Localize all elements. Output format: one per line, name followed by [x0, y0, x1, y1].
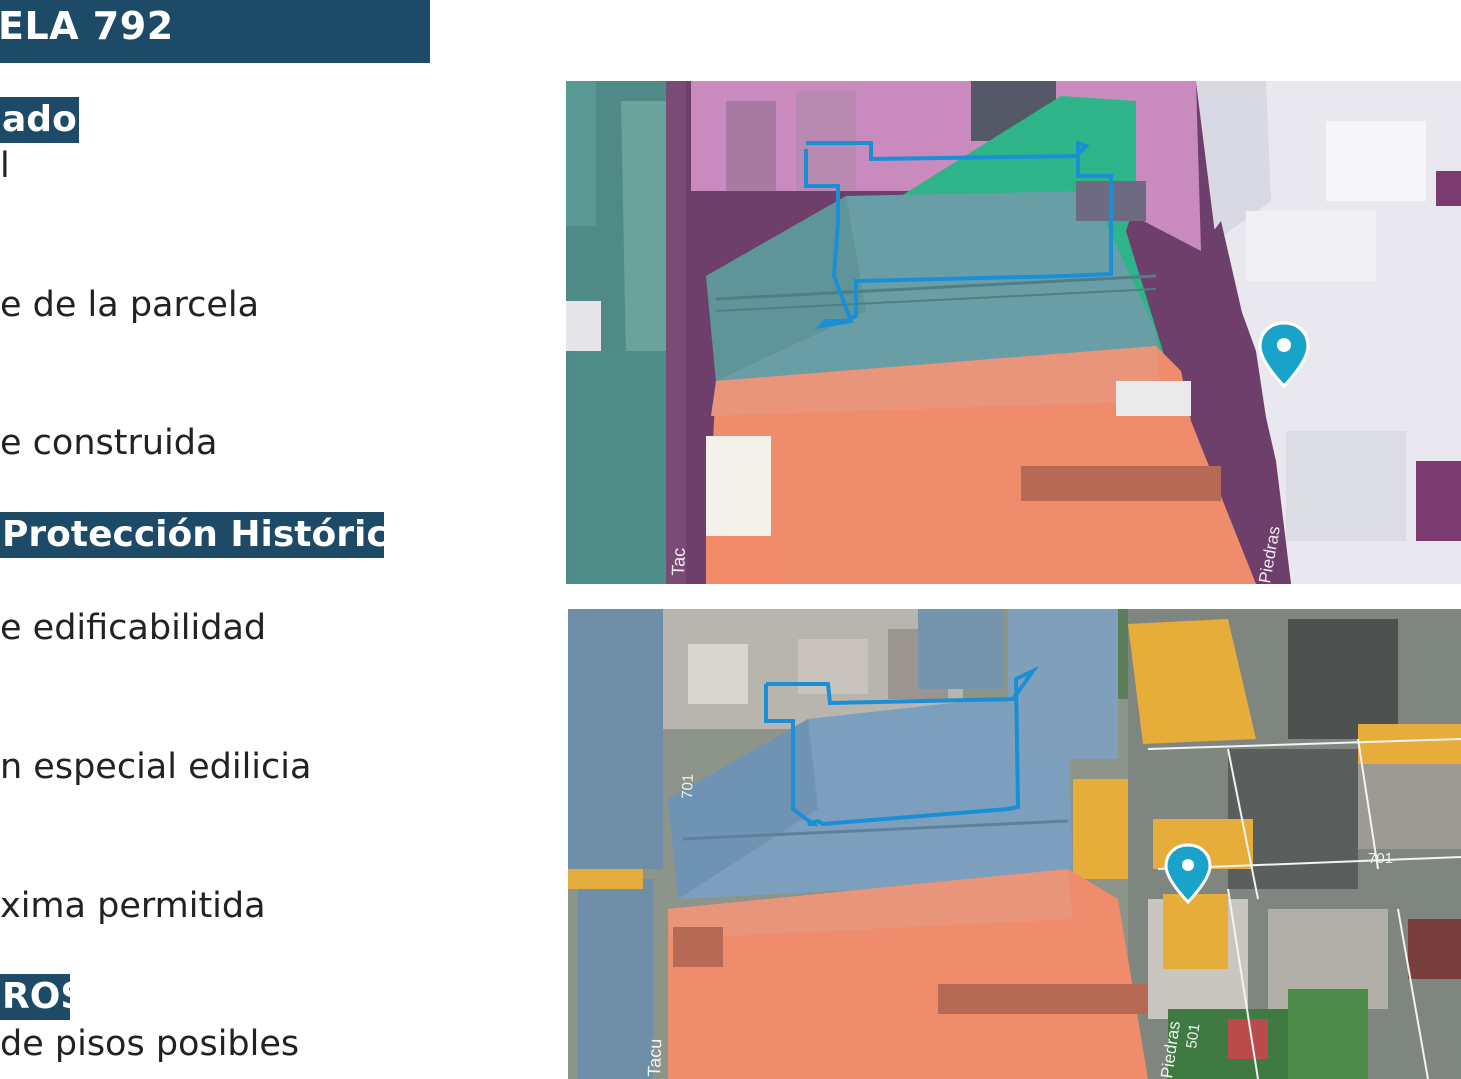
number-label-501: 501 — [1183, 1022, 1203, 1049]
section-value-state: l — [0, 146, 10, 186]
field-especial-edilicia: n especial edilicia — [0, 747, 312, 787]
number-label-701-left: 701 — [679, 774, 697, 800]
number-label-701: 701 — [1368, 850, 1393, 867]
field-area-parcela: e de la parcela — [0, 285, 260, 325]
field-area-construida: e construida — [0, 423, 218, 463]
field-maxima-permitida: xima permitida — [0, 886, 266, 926]
page-title: ELA 792 — [0, 4, 174, 48]
map-top-3d-zoning[interactable]: Tac Piedras — [566, 81, 1461, 584]
section-label-otros: ROS — [0, 974, 86, 1020]
section-label-state: ado — [0, 97, 79, 143]
section-label-proteccion: Protección Histórica — [0, 512, 412, 558]
map-bottom-aerial-zoning[interactable]: Tacu Piedras 701 701 501 — [568, 609, 1461, 1079]
field-edificabilidad: e edificabilidad — [0, 608, 267, 648]
street-label-tacu: Tacu — [644, 1038, 665, 1077]
field-pisos-posibles: de pisos posibles — [0, 1024, 300, 1064]
street-label-tac: Tac — [668, 547, 689, 576]
title-bar: ELA 792 — [0, 0, 430, 63]
